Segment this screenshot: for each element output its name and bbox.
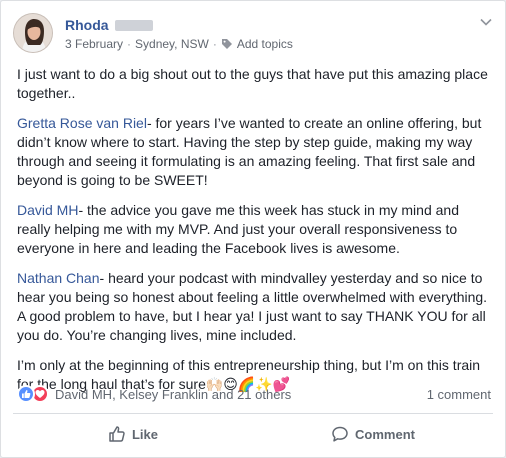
post-location[interactable]: Sydney, NSW	[135, 37, 209, 51]
post-body: I just want to do a big shout out to the…	[17, 65, 491, 405]
like-reaction-icon	[17, 385, 35, 403]
comment-count[interactable]: 1 comment	[427, 387, 491, 402]
post-meta: 3 February · Sydney, NSW · Add topics	[65, 37, 293, 51]
mention-link[interactable]: Gretta Rose van Riel	[17, 115, 147, 131]
mention-link[interactable]: Nathan Chan	[17, 270, 100, 286]
post-paragraph: I just want to do a big shout out to the…	[17, 65, 491, 103]
like-button[interactable]: Like	[13, 415, 253, 453]
action-bar: Like Comment	[13, 415, 493, 453]
reaction-icons[interactable]	[17, 385, 49, 403]
like-label: Like	[131, 426, 158, 442]
author-row: Rhoda	[65, 15, 153, 35]
tag-icon	[221, 39, 232, 49]
redacted-surname	[114, 19, 153, 31]
post-paragraph: Gretta Rose van Riel- for years I’ve wan…	[17, 114, 491, 190]
paragraph-text: - the advice you gave me this week has s…	[17, 202, 459, 256]
comment-icon	[332, 426, 348, 442]
chevron-down-icon[interactable]	[479, 15, 493, 29]
paragraph-text: I just want to do a big shout out to the…	[17, 66, 488, 101]
thumbs-up-icon	[109, 426, 125, 442]
author-name[interactable]: Rhoda	[65, 17, 109, 33]
add-topics-link[interactable]: Add topics	[237, 37, 293, 51]
comment-label: Comment	[355, 426, 415, 442]
post-card: Rhoda 3 February · Sydney, NSW · Add top…	[0, 0, 506, 458]
meta-separator: ·	[127, 37, 132, 51]
author-avatar[interactable]	[13, 13, 53, 53]
post-paragraph: Nathan Chan- heard your podcast with min…	[17, 269, 491, 345]
reaction-names[interactable]: David MH, Kelsey Franklin and 21 others	[55, 387, 427, 402]
avatar-image	[14, 14, 52, 52]
post-header: Rhoda 3 February · Sydney, NSW · Add top…	[13, 13, 493, 57]
mention-link[interactable]: David MH	[17, 202, 78, 218]
post-paragraph: David MH- the advice you gave me this we…	[17, 201, 491, 258]
reactions-bar: David MH, Kelsey Franklin and 21 others …	[17, 383, 491, 405]
meta-separator: ·	[212, 37, 217, 51]
divider	[13, 413, 493, 414]
comment-button[interactable]: Comment	[253, 415, 493, 453]
post-date[interactable]: 3 February	[65, 37, 123, 51]
